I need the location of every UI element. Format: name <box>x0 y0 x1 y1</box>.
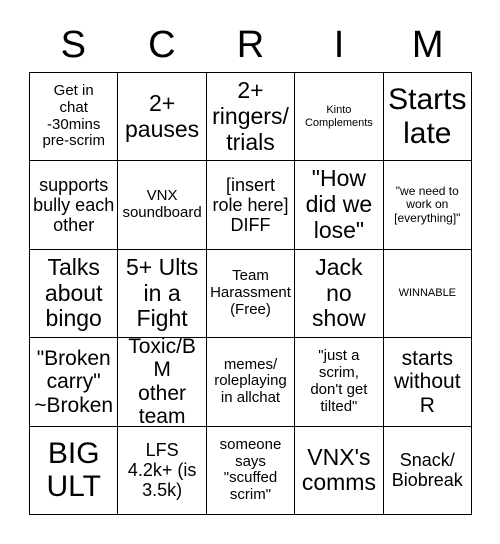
bingo-cell-text: BIG ULT <box>46 436 101 504</box>
bingo-cell-text: 2+ ringers/ trials <box>212 77 289 155</box>
bingo-cell-text: Toxic/BM other team <box>128 338 196 427</box>
bingo-cell-free[interactable]: Team Harassment (Free) <box>206 249 296 339</box>
header-letter-1: S <box>60 24 86 66</box>
bingo-cell-text: Kinto Complements <box>304 104 373 129</box>
bingo-cell[interactable]: 2+ pauses <box>118 73 207 162</box>
header-letter-5: M <box>411 24 444 66</box>
header-letter-3: R <box>236 24 265 66</box>
bingo-cell-text: Get in chat -30mins pre-scrim <box>42 82 105 150</box>
bingo-cell[interactable]: BIG ULT <box>30 426 119 515</box>
bingo-cell-text: memes/ roleplaying in allchat <box>214 355 287 407</box>
bingo-cell[interactable]: [insert role here] DIFF <box>206 161 296 250</box>
bingo-cell-text: Snack/ Biobreak <box>391 450 463 491</box>
bingo-cell[interactable]: VNX's comms <box>295 426 384 515</box>
bingo-cell[interactable]: "How did we lose" <box>295 161 384 250</box>
bingo-cell[interactable]: 2+ ringers/ trials <box>206 73 296 162</box>
bingo-cell[interactable]: Snack/ Biobreak <box>383 426 472 515</box>
bingo-cell-text: someone says "scuffed scrim" <box>219 435 282 504</box>
bingo-cell-text: VNX soundboard <box>122 187 202 222</box>
header-letter-2: C <box>148 24 176 66</box>
bingo-cell-text: starts without R <box>394 346 461 417</box>
bingo-cell[interactable]: LFS 4.2k+ (is 3.5k) <box>118 426 207 515</box>
bingo-cell[interactable]: Kinto Complements <box>295 73 384 162</box>
bingo-cell-text: LFS 4.2k+ (is 3.5k) <box>127 440 197 501</box>
bingo-cell[interactable]: memes/ roleplaying in allchat <box>206 338 296 427</box>
bingo-cell[interactable]: "just a scrim, don't get tilted" <box>295 338 384 427</box>
bingo-cell[interactable]: "Broken carry" ~Broken <box>30 338 119 427</box>
bingo-cell[interactable]: WINNABLE <box>383 249 472 339</box>
bingo-cell[interactable]: 5+ Ults in a Fight <box>118 249 207 339</box>
header-letter-4: I <box>333 24 345 66</box>
bingo-cell-text: "How did we lose" <box>305 165 373 243</box>
bingo-cell[interactable]: someone says "scuffed scrim" <box>206 426 296 515</box>
bingo-cell[interactable]: Talks about bingo <box>30 249 119 339</box>
bingo-cell-text: "we need to work on [everything]" <box>394 183 461 225</box>
bingo-cell[interactable]: Starts late <box>383 73 472 162</box>
bingo-cell-text: "Broken carry" ~Broken <box>34 346 114 417</box>
bingo-cell-text: Team Harassment (Free) <box>210 267 291 318</box>
bingo-cell-text: WINNABLE <box>398 287 457 300</box>
bingo-cell[interactable]: "we need to work on [everything]" <box>383 161 472 250</box>
bingo-card: S C R I M Get in chat -30mins pre-scrim … <box>0 0 500 544</box>
bingo-cell-text: "just a scrim, don't get tilted" <box>310 347 368 415</box>
bingo-cell-text: 5+ Ults in a Fight <box>125 253 199 332</box>
bingo-grid: Get in chat -30mins pre-scrim 2+ pauses … <box>29 72 472 515</box>
bingo-cell[interactable]: Jack no show <box>295 249 384 339</box>
bingo-cell[interactable]: Get in chat -30mins pre-scrim <box>30 73 119 162</box>
bingo-cell-text: supports bully each other <box>33 174 115 236</box>
bingo-cell-text: Jack no show <box>312 253 366 332</box>
bingo-cell[interactable]: supports bully each other <box>30 161 119 250</box>
bingo-cell[interactable]: Toxic/BM other team <box>118 338 207 427</box>
bingo-header: S C R I M <box>29 18 472 72</box>
bingo-cell-text: Talks about bingo <box>44 253 103 332</box>
bingo-cell-text: [insert role here] DIFF <box>212 174 289 236</box>
bingo-cell-text: Starts late <box>388 83 467 150</box>
bingo-cell-text: 2+ pauses <box>125 89 200 142</box>
bingo-cell[interactable]: VNX soundboard <box>118 161 207 250</box>
bingo-cell-text: VNX's comms <box>301 443 376 496</box>
bingo-cell[interactable]: starts without R <box>383 338 472 427</box>
